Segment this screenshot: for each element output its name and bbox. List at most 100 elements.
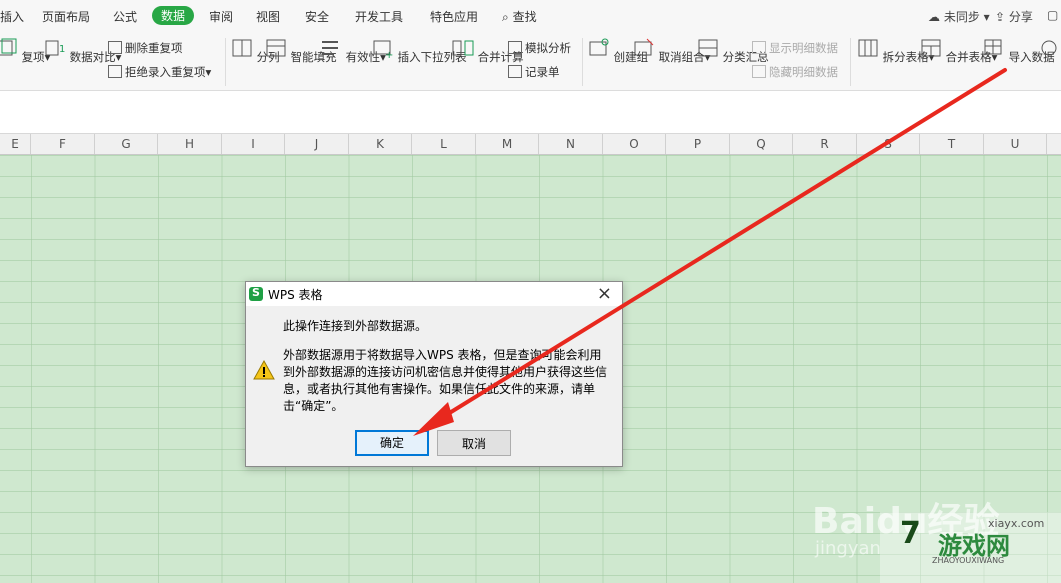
column-header-o[interactable]: O — [603, 134, 666, 154]
duplicate-icon — [0, 38, 17, 56]
share-button[interactable]: ⇪ 分享 — [995, 8, 1033, 25]
split-table-icon — [858, 39, 878, 57]
split-column-icon — [232, 39, 252, 57]
column-header-h[interactable]: H — [158, 134, 222, 154]
subtotal-button[interactable]: 分类汇总 — [697, 38, 769, 65]
subtotal-icon — [698, 39, 718, 57]
merge-calc-button[interactable]: 合并计算 — [452, 38, 524, 65]
menu-security[interactable]: 安全 — [305, 8, 329, 25]
search-icon: ⌕ — [502, 10, 509, 24]
menu-developer[interactable]: 开发工具 — [355, 8, 403, 25]
cloud-icon: ☁ — [928, 10, 940, 24]
compare-button[interactable]: 1 数据对比▾ — [44, 38, 121, 65]
delete-dup-icon — [108, 41, 122, 54]
close-icon[interactable]: × — [597, 283, 612, 304]
group-icon — [589, 38, 609, 56]
column-header-n[interactable]: N — [539, 134, 603, 154]
menu-review[interactable]: 审阅 — [209, 8, 233, 25]
formula-bar[interactable] — [0, 91, 1061, 134]
column-header-p[interactable]: P — [666, 134, 730, 154]
validity-button[interactable]: 有效性▾ — [320, 38, 386, 65]
menu-page-layout[interactable]: 页面布局 — [42, 8, 90, 25]
dropdown-list-icon: + — [373, 40, 393, 61]
import-data-button[interactable]: 导入数据 — [983, 38, 1055, 65]
menu-insert[interactable]: 插入 — [0, 8, 24, 25]
record-button[interactable]: 记录单 — [508, 64, 560, 80]
ok-button[interactable]: 确定 — [355, 430, 429, 456]
validity-icon — [322, 41, 338, 55]
confirm-dialog: WPS 表格 × 此操作连接到外部数据源。 外部数据源用于将数据导入WPS 表格… — [245, 281, 623, 467]
menu-view[interactable]: 视图 — [256, 8, 280, 25]
merge-calc-icon — [452, 40, 474, 56]
dialog-message-body: 外部数据源用于将数据导入WPS 表格，但是查询可能会利用到外部数据源的连接访问机… — [283, 348, 608, 413]
column-header-s[interactable]: S — [857, 134, 920, 154]
merge-table-button[interactable]: 合并表格▾ — [920, 38, 997, 65]
ribbon-toolbar: 复项▾ 1 数据对比▾ 删除重复项 拒绝录入重复项▾ 分列 智能填充 有效性▾ … — [0, 32, 1061, 91]
logo-digit: 7 — [900, 516, 921, 551]
jingyan-watermark: jingyan — [815, 538, 881, 559]
simulate-icon — [508, 41, 522, 54]
smart-fill-icon — [266, 39, 286, 57]
column-header-q[interactable]: Q — [730, 134, 793, 154]
merge-table-icon — [921, 39, 941, 57]
ungroup-icon — [634, 38, 654, 56]
reject-dup-icon — [108, 65, 122, 78]
warning-icon — [253, 360, 275, 380]
more-icon[interactable]: ▢ — [1047, 8, 1058, 22]
simulate-button[interactable]: 模拟分析 — [508, 40, 571, 56]
refresh-icon — [1041, 40, 1057, 56]
show-detail-icon — [752, 41, 766, 54]
create-group-button[interactable]: 创建组 — [588, 38, 648, 65]
dialog-message-title: 此操作连接到外部数据源。 — [283, 319, 428, 333]
sync-status[interactable]: ☁ 未同步 ▾ — [928, 8, 990, 25]
svg-text:1: 1 — [59, 44, 65, 55]
separator — [582, 38, 583, 86]
menu-formula[interactable]: 公式 — [113, 8, 137, 25]
ungroup-button[interactable]: 取消组合▾ — [633, 38, 710, 65]
show-detail-button[interactable]: 显示明细数据 — [752, 40, 838, 56]
column-header-t[interactable]: T — [920, 134, 984, 154]
column-header-e[interactable]: E — [0, 134, 31, 154]
sync-label: 未同步 — [943, 10, 980, 24]
compare-icon: 1 — [45, 40, 65, 56]
separator — [850, 38, 851, 86]
game-site-sub: ZHAOYOUXIWANG — [932, 556, 1005, 565]
column-header-g[interactable]: G — [95, 134, 158, 154]
hide-detail-button[interactable]: 隐藏明细数据 — [752, 64, 838, 80]
share-label: 分享 — [1008, 10, 1033, 24]
game-site-logo: 7 游戏网 xiayx.com ZHAOYOUXIWANG — [880, 512, 1061, 583]
import-data-icon — [984, 39, 1002, 55]
share-icon: ⇪ — [995, 10, 1006, 24]
delete-dup-button[interactable]: 删除重复项 — [108, 40, 183, 56]
column-header-i[interactable]: I — [222, 134, 285, 154]
menu-bar: 插入 页面布局 公式 数据 审阅 视图 安全 开发工具 特色应用 ⌕ 查找 ☁ … — [0, 0, 1061, 32]
menu-data[interactable]: 数据 — [152, 6, 195, 25]
reject-dup-button[interactable]: 拒绝录入重复项▾ — [108, 64, 211, 80]
svg-text:+: + — [385, 50, 393, 58]
wps-logo-icon — [249, 286, 263, 301]
dup-button[interactable]: 复项▾ — [0, 38, 50, 65]
smart-fill-button[interactable]: 智能填充 — [265, 38, 337, 65]
record-icon — [508, 65, 522, 78]
cancel-button[interactable]: 取消 — [437, 430, 511, 456]
game-site-url: xiayx.com — [988, 517, 1045, 530]
column-header-f[interactable]: F — [31, 134, 95, 154]
refresh-all-button[interactable]: 全部 — [1038, 38, 1061, 65]
search-label: 查找 — [512, 10, 537, 24]
insert-dropdown-button[interactable]: + 插入下拉列表 — [372, 38, 467, 65]
split-button[interactable]: 分列 — [231, 38, 280, 65]
column-header-u[interactable]: U — [984, 134, 1047, 154]
column-header-r[interactable]: R — [793, 134, 857, 154]
dialog-title: WPS 表格 — [268, 288, 323, 302]
dialog-titlebar: WPS 表格 × — [246, 282, 622, 306]
column-header-k[interactable]: K — [349, 134, 412, 154]
menu-special[interactable]: 特色应用 — [430, 8, 478, 25]
column-header: E F G H I J K L M N O P Q R S T U — [0, 134, 1061, 155]
split-table-button[interactable]: 拆分表格▾ — [857, 38, 934, 65]
column-header-m[interactable]: M — [476, 134, 539, 154]
separator — [225, 38, 226, 86]
column-header-l[interactable]: L — [412, 134, 476, 154]
hide-detail-icon — [752, 65, 766, 78]
column-header-j[interactable]: J — [285, 134, 349, 154]
menu-search[interactable]: ⌕ 查找 — [502, 8, 537, 25]
